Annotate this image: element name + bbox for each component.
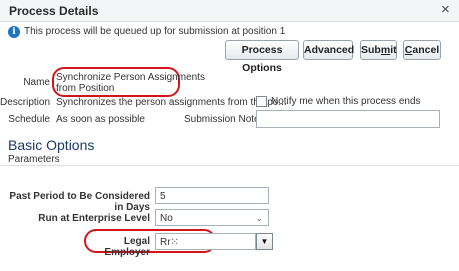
description-label: Description: [0, 97, 51, 108]
run-enterprise-select[interactable]: No ⌄: [155, 209, 269, 226]
legal-employer-label: Legal Employer: [104, 236, 150, 258]
advanced-button[interactable]: Advanced: [303, 40, 354, 60]
past-period-label: Past Period to Be Considered in Days: [9, 191, 150, 213]
info-message: This process will be queued up for submi…: [24, 26, 286, 37]
dialog-title: Process Details: [9, 4, 99, 18]
run-enterprise-value: No: [160, 213, 173, 224]
description-value: Synchronizes the person assignments from…: [56, 97, 287, 108]
past-period-input[interactable]: 5: [155, 187, 269, 204]
run-enterprise-label: Run at Enterprise Level: [38, 213, 150, 224]
submission-notes-input[interactable]: [256, 110, 440, 128]
notify-label: Notify me when this process ends: [271, 96, 421, 107]
name-value-line2: from Position: [56, 83, 115, 94]
submit-label-b: it: [390, 44, 397, 56]
close-icon[interactable]: ×: [441, 2, 450, 18]
schedule-label: Schedule: [8, 114, 50, 125]
legal-employer-input[interactable]: Rr⁙: [155, 233, 256, 250]
submission-notes-label: Submission Notes: [184, 114, 265, 125]
process-options-button[interactable]: Process Options: [225, 40, 299, 74]
section-divider: [0, 165, 459, 166]
cancel-label-rest: ancel: [412, 44, 440, 56]
dropdown-arrow-icon[interactable]: ▼: [256, 233, 273, 250]
submit-button[interactable]: Submit: [360, 40, 397, 60]
cancel-button[interactable]: Cancel: [403, 40, 441, 60]
notify-checkbox[interactable]: [256, 96, 267, 107]
chevron-down-icon: ⌄: [255, 213, 263, 223]
submit-label-mnemonic: m: [380, 44, 391, 56]
parameters-label: Parameters: [8, 154, 60, 165]
basic-options-title: Basic Options: [8, 137, 95, 153]
submit-label-a: Sub: [361, 44, 381, 56]
name-value-line1: Synchronize Person Assignments: [56, 72, 205, 83]
schedule-value: As soon as possible: [56, 114, 145, 125]
name-label: Name: [23, 77, 50, 88]
name-value: Synchronize Person Assignments from Posi…: [56, 72, 205, 94]
info-icon: i: [8, 26, 20, 38]
